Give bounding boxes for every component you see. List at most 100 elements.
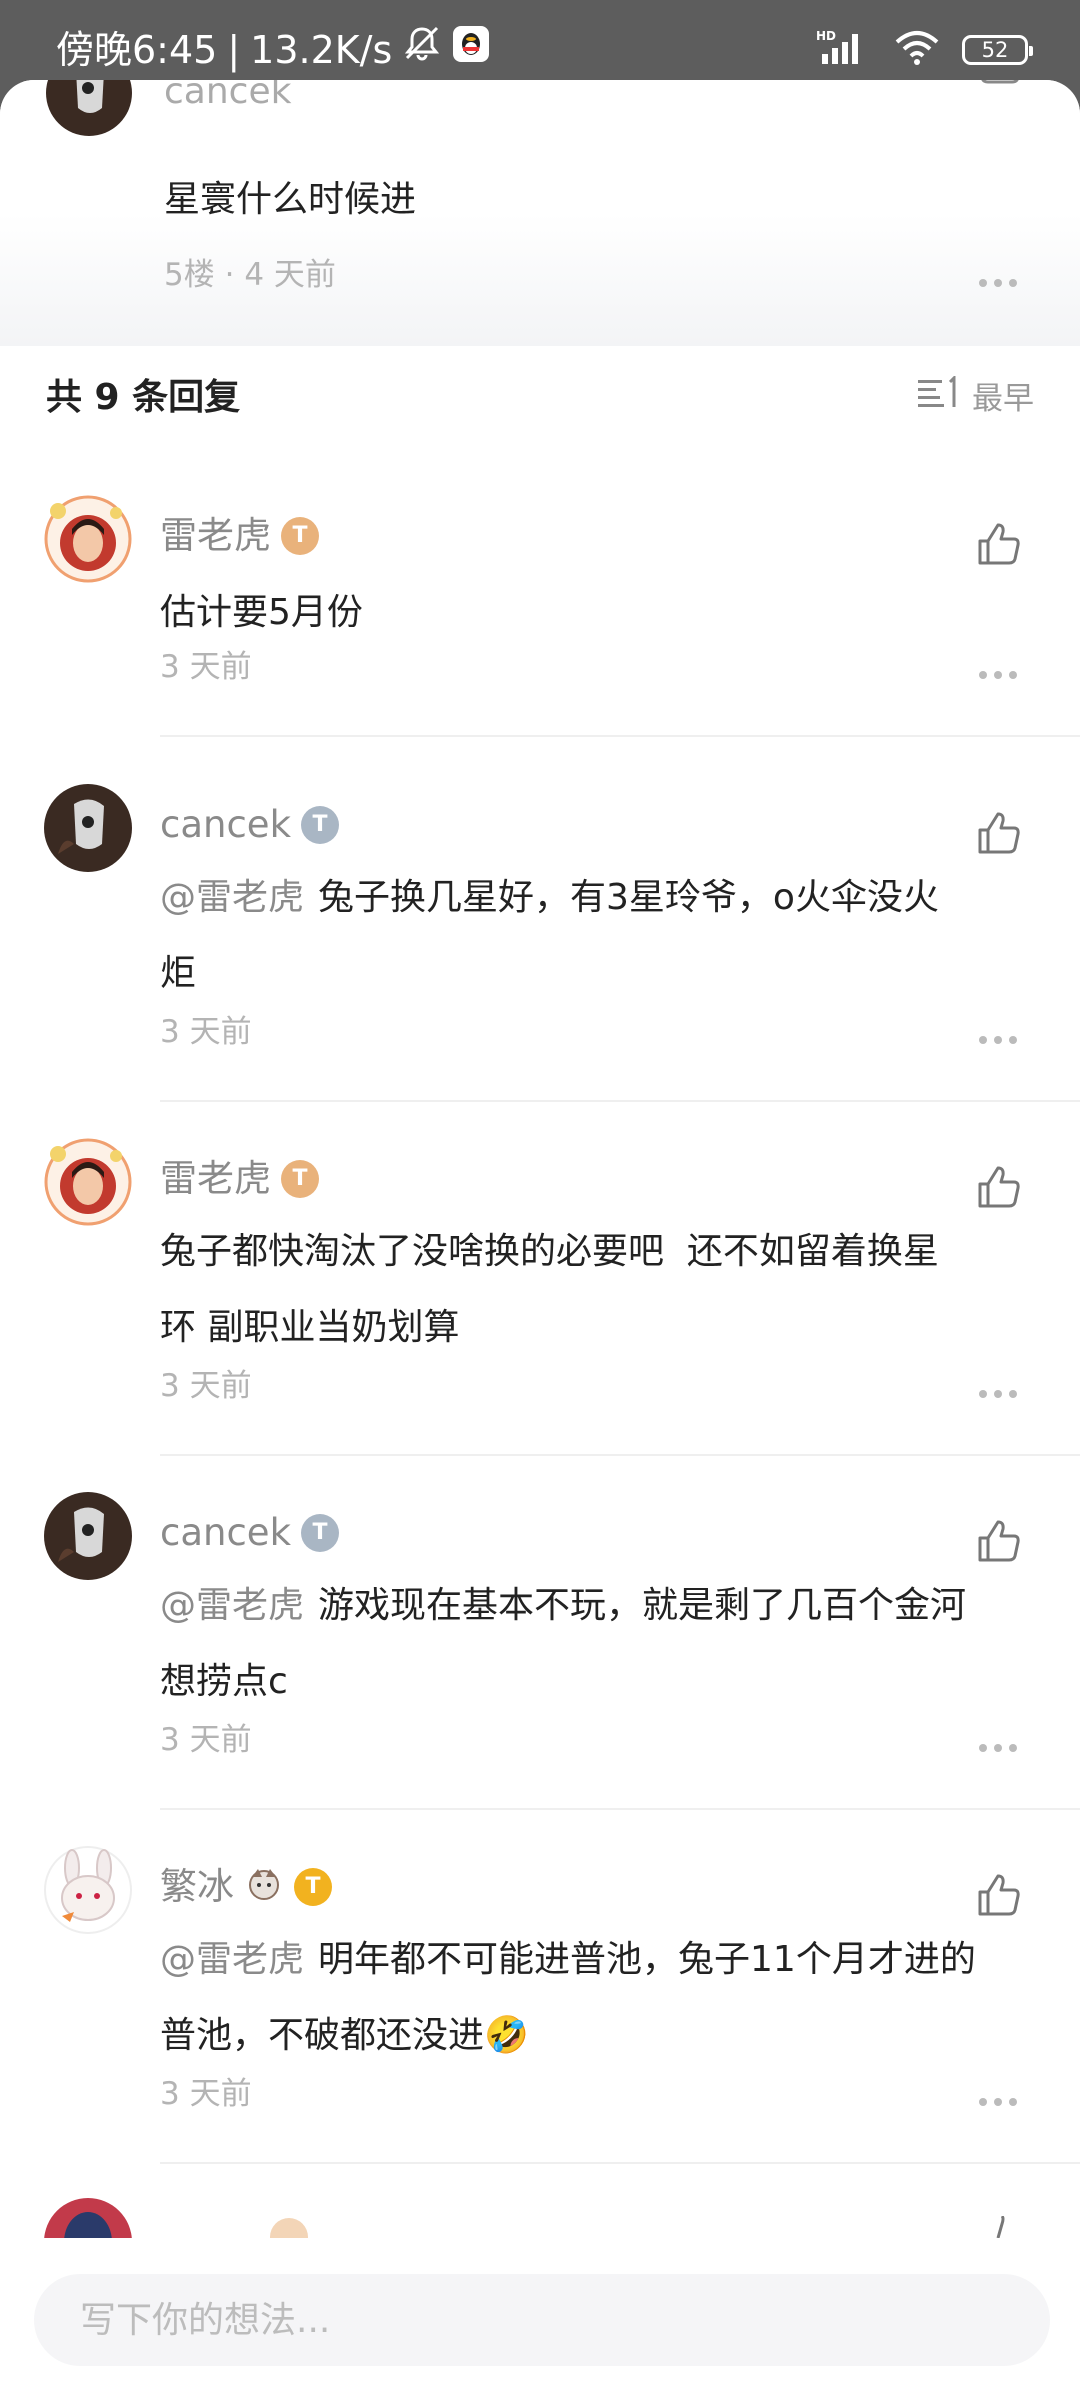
comment-composer bbox=[0, 2238, 1080, 2400]
reply-item: 雷老虎 T4 兔子都快淘汰了没啥换的必要吧 还不如留着换星 环 副职业当奶划算 … bbox=[0, 1138, 1080, 1492]
reply-time: 3 天前 bbox=[160, 1722, 252, 1758]
reply-text-line1: 兔子都快淘汰了没啥换的必要吧 还不如留着换星 bbox=[160, 1231, 939, 1272]
comment-input[interactable] bbox=[34, 2274, 1050, 2366]
status-time: 傍晚6:45 bbox=[56, 28, 218, 72]
level-badge-icon: T2 bbox=[301, 1514, 346, 1555]
reply-text: @雷老虎 游戏现在基本不玩，就是剩了几百个金河 想捞点c bbox=[160, 1568, 1040, 1720]
reply-text: 估计要5月份 bbox=[160, 592, 363, 633]
svg-text:HD: HD bbox=[816, 29, 836, 43]
reply-time: 3 天前 bbox=[160, 649, 252, 685]
sort-toggle[interactable]: 最早 bbox=[916, 374, 1034, 422]
avatar[interactable] bbox=[44, 495, 132, 583]
reply-time: 3 天前 bbox=[160, 2076, 252, 2112]
divider bbox=[160, 2162, 1080, 2164]
reply-username[interactable]: 繁冰 bbox=[160, 1862, 234, 1912]
badge-level: 1 bbox=[329, 1894, 339, 1909]
level-badge-icon: T4 bbox=[281, 1160, 326, 1201]
badge-level: 4 bbox=[316, 543, 326, 558]
sort-lines-icon bbox=[916, 374, 960, 422]
reply-count: 共 9 条回复 bbox=[46, 377, 241, 418]
avatar[interactable] bbox=[44, 2198, 132, 2242]
meta-separator: · bbox=[224, 257, 245, 293]
reply-text-line2: 炬 bbox=[160, 953, 197, 994]
more-dots-icon[interactable] bbox=[978, 1738, 1018, 1757]
parent-comment: cancek 星寰什么时候进 5楼 · 4 天前 bbox=[0, 80, 1080, 346]
reply-text-line2: 想捞点c bbox=[160, 1661, 288, 1702]
floor-number: 5楼 bbox=[164, 257, 215, 293]
avatar[interactable] bbox=[46, 80, 132, 136]
more-dots-icon[interactable] bbox=[978, 273, 1018, 292]
reply-item: 繁冰 T1 @雷老虎 明年都不可能进普池，兔子11个月才进的 普池，不破都还没进… bbox=[0, 1846, 1080, 2200]
reply-text: @雷老虎 兔子换几星好，有3星玲爷，o火伞没火 炬 bbox=[160, 860, 1040, 1012]
thumbs-up-icon[interactable] bbox=[976, 521, 1022, 571]
replies-sheet: cancek 星寰什么时候进 5楼 · 4 天前 共 9 条回复 最早 雷老虎 … bbox=[0, 80, 1080, 2400]
divider bbox=[160, 1100, 1080, 1102]
character-pendant-icon bbox=[244, 1865, 284, 1909]
reply-text-line2: 环 副职业当奶划算 bbox=[160, 1307, 460, 1348]
reply-line: 普池，不破都还没进🤣 bbox=[160, 1998, 1040, 2074]
mention-link[interactable]: @雷老虎 bbox=[160, 877, 304, 918]
reply-text-line1: 游戏现在基本不玩，就是剩了几百个金河 bbox=[318, 1585, 967, 1626]
reply-line: @雷老虎 明年都不可能进普池，兔子11个月才进的 bbox=[160, 1922, 1040, 1998]
thumbs-up-icon[interactable] bbox=[976, 1872, 1022, 1922]
level-badge-icon: T1 bbox=[294, 1868, 339, 1909]
reply-user: 雷老虎 T4 bbox=[160, 511, 326, 561]
reply-text-line1: 兔子换几星好，有3星玲爷，o火伞没火 bbox=[318, 877, 939, 918]
reply-username[interactable]: 雷老虎 bbox=[160, 511, 271, 561]
reply-text: 兔子都快淘汰了没啥换的必要吧 还不如留着换星 环 副职业当奶划算 bbox=[160, 1214, 1040, 1366]
reply-username[interactable]: cancek bbox=[160, 1508, 291, 1558]
level-badge-icon: T2 bbox=[301, 806, 346, 847]
reply-user: cancek T2 bbox=[160, 1508, 346, 1558]
thumbs-up-icon[interactable] bbox=[976, 1164, 1022, 1214]
reply-text-line2: 普池，不破都还没进 bbox=[160, 2015, 485, 2056]
status-bar: 傍晚6:45 | 13.2K/s HD 52 bbox=[0, 0, 1080, 82]
wifi-icon bbox=[894, 30, 940, 70]
network-speed: 13.2K/s bbox=[250, 28, 393, 72]
bell-off-icon bbox=[402, 22, 442, 78]
avatar[interactable] bbox=[44, 1492, 132, 1580]
parent-username[interactable]: cancek bbox=[164, 80, 291, 112]
divider bbox=[160, 735, 1080, 737]
mention-link[interactable]: @雷老虎 bbox=[160, 1939, 304, 1980]
reply-user: 繁冰 T1 bbox=[160, 1862, 339, 1912]
avatar[interactable] bbox=[44, 1138, 132, 1226]
reply-text-line1: 明年都不可能进普池，兔子11个月才进的 bbox=[318, 1939, 976, 1980]
reply-line: @雷老虎 游戏现在基本不玩，就是剩了几百个金河 bbox=[160, 1568, 1040, 1644]
thumbs-up-icon[interactable] bbox=[978, 80, 1022, 92]
badge-level: 2 bbox=[336, 832, 346, 847]
reply-header: 共 9 条回复 最早 bbox=[0, 346, 1080, 444]
avatar[interactable] bbox=[44, 784, 132, 872]
reply-username[interactable]: cancek bbox=[160, 800, 291, 850]
status-right: HD 52 bbox=[816, 28, 1033, 72]
status-separator: | bbox=[227, 28, 241, 72]
more-dots-icon[interactable] bbox=[978, 665, 1018, 684]
reply-item: cancek T2 @雷老虎 游戏现在基本不玩，就是剩了几百个金河 想捞点c 3 … bbox=[0, 1492, 1080, 1846]
badge-level: 4 bbox=[316, 1186, 326, 1201]
more-dots-icon[interactable] bbox=[978, 2092, 1018, 2111]
reply-line: @雷老虎 兔子换几星好，有3星玲爷，o火伞没火 bbox=[160, 860, 1040, 936]
qq-penguin-icon bbox=[452, 22, 490, 78]
thumbs-up-icon[interactable] bbox=[976, 1518, 1022, 1568]
status-left: 傍晚6:45 | 13.2K/s bbox=[56, 22, 490, 78]
more-dots-icon[interactable] bbox=[978, 1384, 1018, 1403]
divider bbox=[160, 1454, 1080, 1456]
parent-comment-meta: 5楼 · 4 天前 bbox=[164, 253, 336, 297]
thumbs-up-icon[interactable] bbox=[976, 810, 1022, 860]
level-badge-icon bbox=[270, 2218, 308, 2238]
mention-link[interactable]: @雷老虎 bbox=[160, 1585, 304, 1626]
badge-level: 2 bbox=[336, 1540, 346, 1555]
reply-time: 3 天前 bbox=[160, 1014, 252, 1050]
reply-username[interactable]: 雷老虎 bbox=[160, 1154, 271, 1204]
more-dots-icon[interactable] bbox=[978, 1030, 1018, 1049]
comment-time: 4 天前 bbox=[244, 257, 336, 293]
level-badge-icon: T4 bbox=[281, 517, 326, 558]
reply-time: 3 天前 bbox=[160, 1368, 252, 1404]
screen: 傍晚6:45 | 13.2K/s HD 52 cancek 星寰什么时候进 5楼… bbox=[0, 0, 1080, 2400]
reply-item: cancek T2 @雷老虎 兔子换几星好，有3星玲爷，o火伞没火 炬 3 天前 bbox=[0, 784, 1080, 1138]
sort-label: 最早 bbox=[972, 381, 1034, 417]
reply-user: cancek T2 bbox=[160, 800, 346, 850]
avatar[interactable] bbox=[44, 1846, 132, 1934]
reply-user: 雷老虎 T4 bbox=[160, 1154, 326, 1204]
laughing-emoji-icon: 🤣 bbox=[484, 2015, 529, 2056]
battery-indicator: 52 bbox=[962, 35, 1033, 65]
